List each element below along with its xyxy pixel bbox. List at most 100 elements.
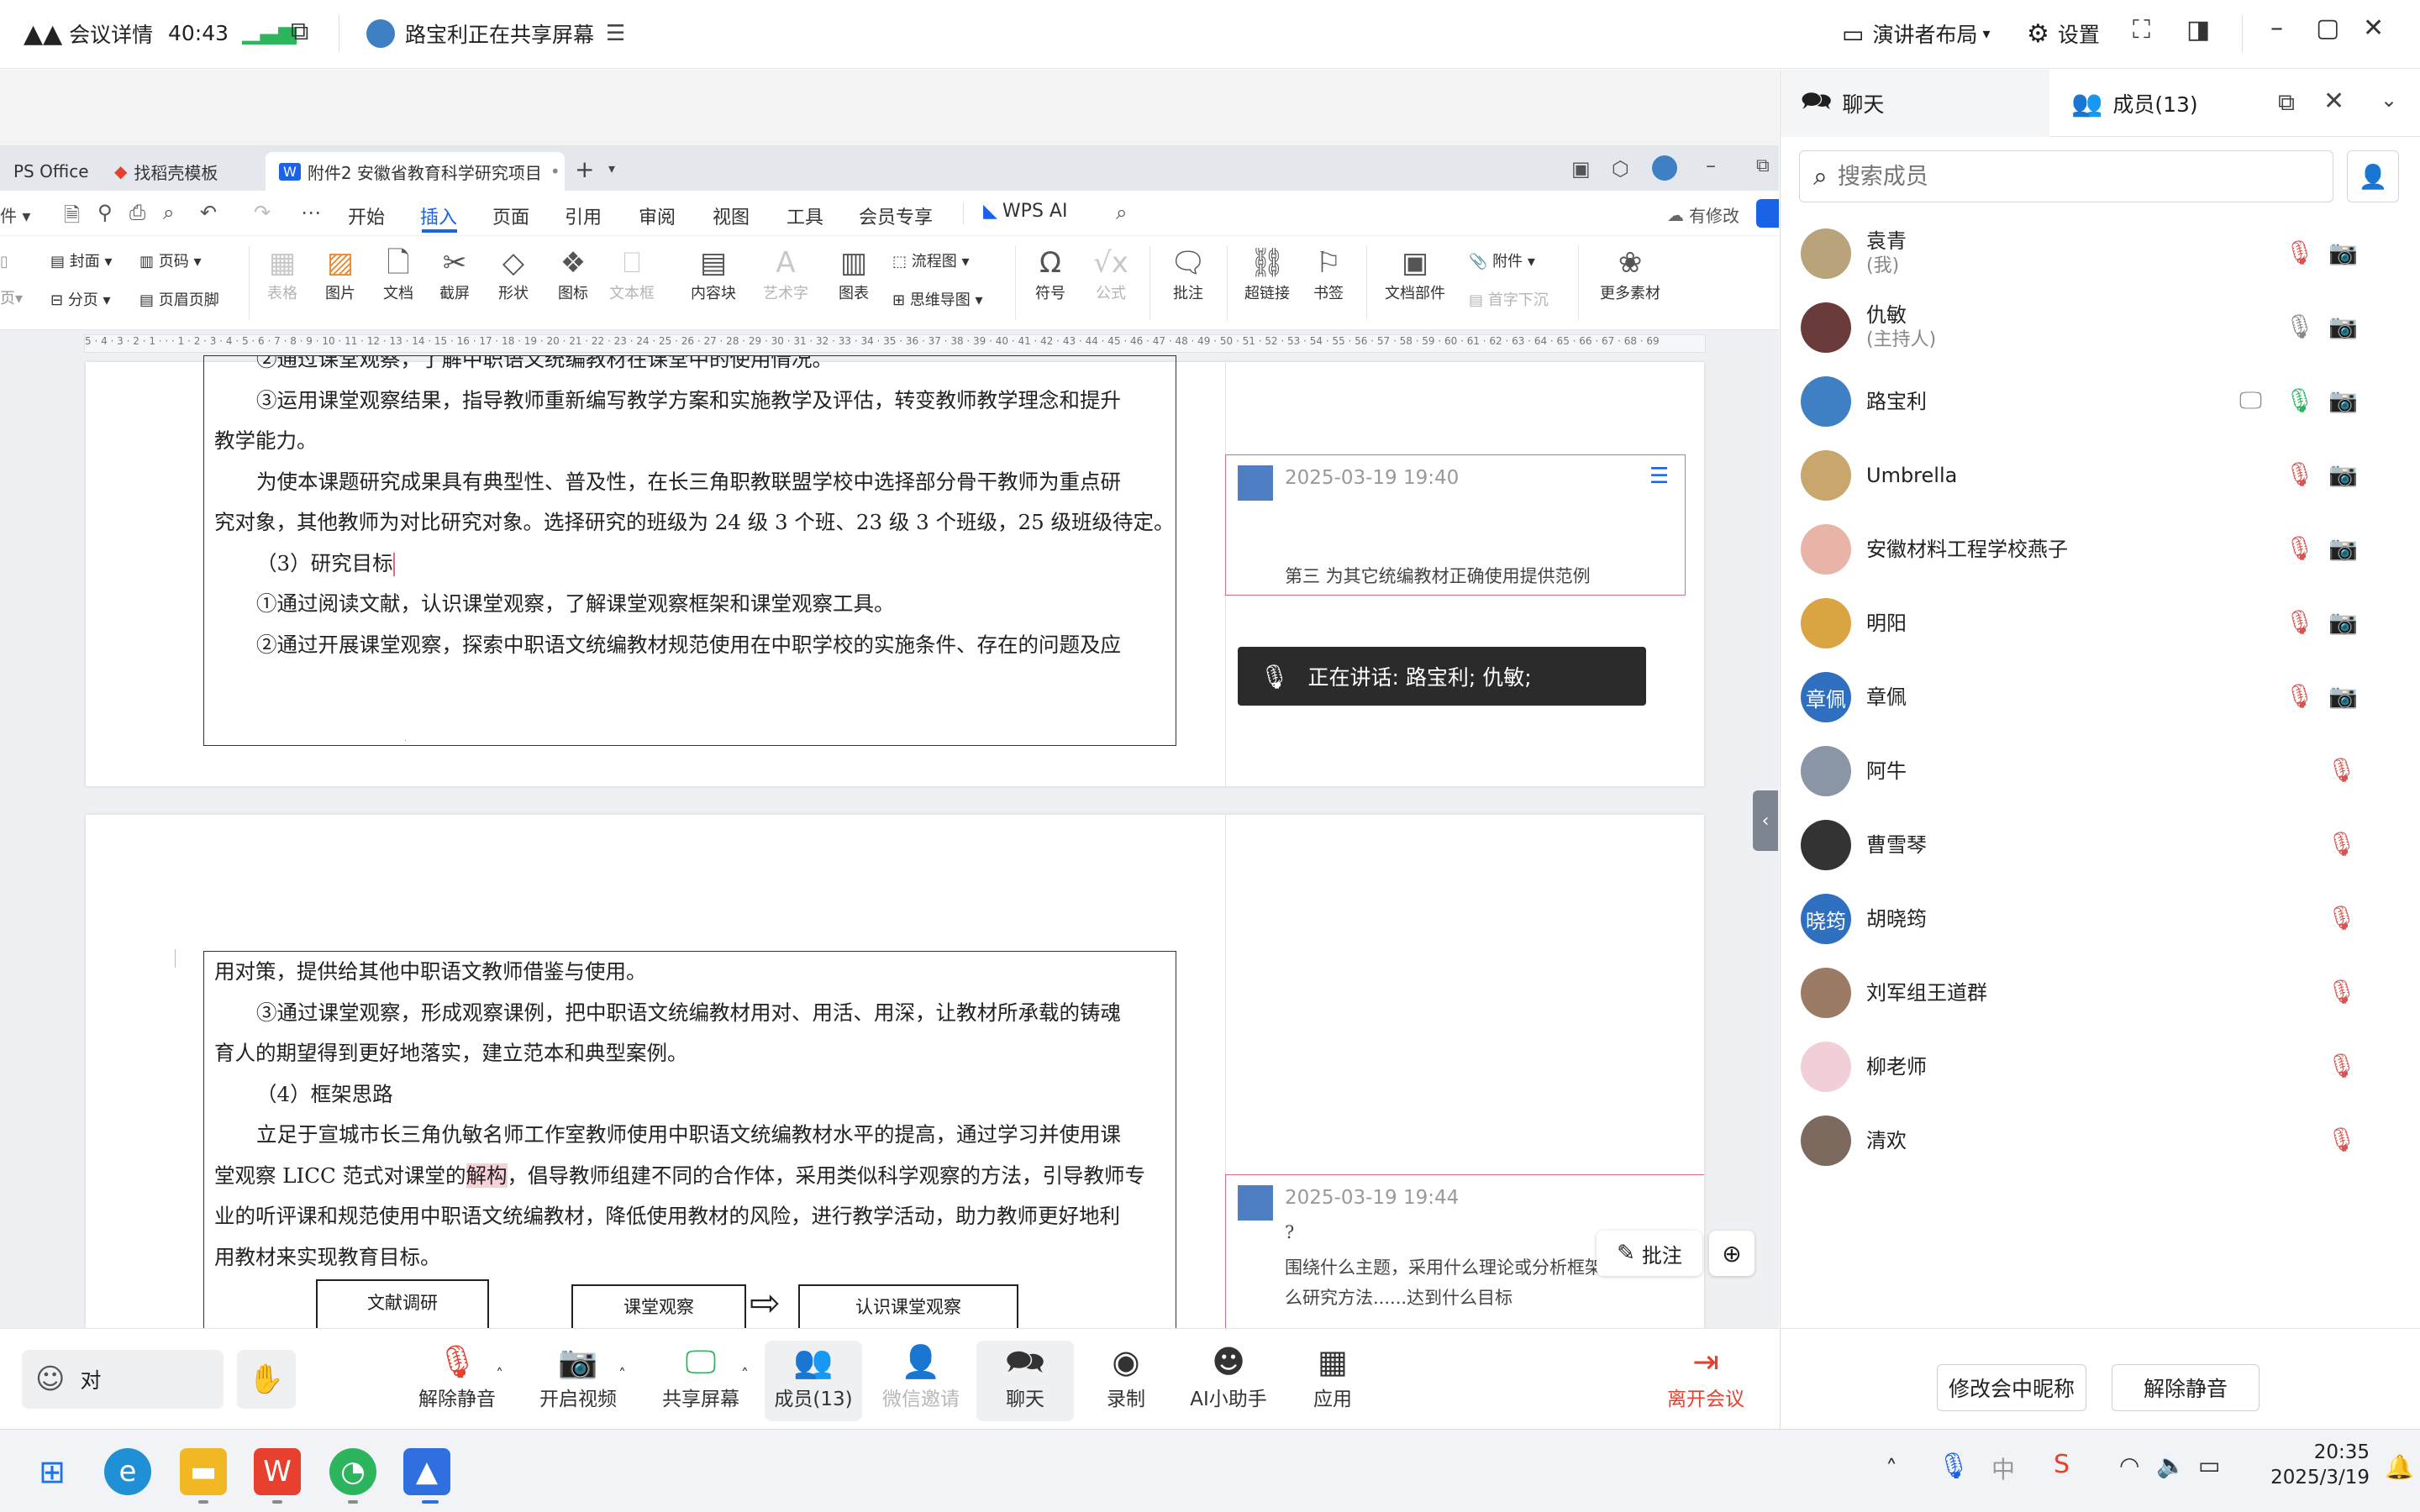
- mic-off-icon[interactable]: 🎙: [2285, 460, 2315, 488]
- microphone-icon[interactable]: 🎙: [1938, 1452, 1970, 1481]
- edge-icon[interactable]: e: [104, 1448, 151, 1495]
- add-member-button[interactable]: 👤: [2347, 150, 2399, 202]
- undo-icon[interactable]: ↶: [200, 201, 217, 224]
- comment-button[interactable]: 🗨 批注: [1161, 244, 1215, 303]
- menu-insert[interactable]: 插入: [420, 202, 457, 229]
- hyperlink-button[interactable]: ⛓ 超链接: [1239, 244, 1296, 303]
- chevron-up-icon[interactable]: ˄: [618, 1366, 626, 1383]
- screenshot-button[interactable]: ✂ 截屏: [429, 244, 481, 303]
- menu-review[interactable]: 审阅: [639, 202, 676, 229]
- formula-button[interactable]: √x 公式: [1084, 244, 1138, 303]
- member-row[interactable]: 明阳 🎙 📷: [1801, 586, 2406, 660]
- search-icon[interactable]: ⌕: [1116, 201, 1127, 224]
- mic-off-icon[interactable]: 🎙: [2327, 904, 2357, 932]
- tencent-meeting-icon[interactable]: ▲: [403, 1448, 450, 1495]
- file-menu-caret[interactable]: 件 ▾: [0, 202, 30, 227]
- sidebar-toggle-icon[interactable]: ◨: [2186, 15, 2210, 45]
- battery-icon[interactable]: ▭: [2198, 1452, 2220, 1479]
- chevron-up-icon[interactable]: ˄: [496, 1366, 503, 1383]
- member-row[interactable]: 仇敏 (主持人) 🎙 📷: [1801, 291, 2406, 365]
- save-icon[interactable]: 🗎: [64, 201, 80, 235]
- print-icon[interactable]: ⎙: [129, 201, 145, 224]
- raise-hand-button[interactable]: ✋: [237, 1350, 296, 1409]
- wps-tab-office[interactable]: PS Office: [0, 152, 103, 191]
- flow-box-understand[interactable]: 认识课堂观察: [798, 1284, 1018, 1328]
- video-button[interactable]: 📷 开启视频: [529, 1341, 627, 1421]
- speaker-icon[interactable]: 🔈: [2156, 1452, 2186, 1479]
- member-search-input[interactable]: [1837, 163, 2308, 190]
- table-button[interactable]: ▦ 表格: [257, 244, 308, 303]
- settings-button[interactable]: ⚙ 设置: [2027, 18, 2100, 49]
- doc-part-button[interactable]: ▣ 文档部件: [1376, 244, 1454, 303]
- symbol-button[interactable]: Ω 符号: [1023, 244, 1077, 303]
- meeting-details-button[interactable]: ▲▲ 会议详情: [24, 18, 153, 49]
- camera-off-icon[interactable]: 📷: [2328, 312, 2358, 340]
- wifi-icon[interactable]: ◠: [2119, 1452, 2139, 1479]
- section-button[interactable]: ⊟ 分页 ▾: [50, 288, 111, 310]
- document-textbox[interactable]: 用对策，提供给其他中职语文教师借鉴与使用。 ③通过课堂观察，形成观察课例，把中职…: [203, 951, 1176, 1328]
- comment-card-1[interactable]: 2025-03-19 19:40 ☰ 第三 为其它统编教材正确使用提供范例: [1225, 454, 1686, 596]
- close-icon[interactable]: ✕: [2363, 13, 2384, 43]
- folder-icon[interactable]: ▬: [180, 1448, 227, 1495]
- apps-button[interactable]: ▦ 应用: [1284, 1341, 1381, 1421]
- mic-off-icon[interactable]: 🎙: [2285, 534, 2315, 562]
- camera-off-icon[interactable]: 📷: [2328, 534, 2358, 562]
- link-icon[interactable]: ⚲: [97, 201, 113, 224]
- members-button[interactable]: 👥 成员(13): [765, 1341, 862, 1421]
- icon-button[interactable]: ❖ 图标: [550, 244, 597, 303]
- presenter-layout-button[interactable]: ▭ 演讲者布局 ▾: [1842, 18, 1991, 49]
- ai-assistant-button[interactable]: ☻ AI小助手: [1180, 1341, 1277, 1421]
- member-row[interactable]: 清欢 🎙: [1801, 1104, 2406, 1178]
- cube-icon[interactable]: ⬡: [1612, 157, 1629, 181]
- mic-icon[interactable]: 🎙: [2285, 312, 2315, 340]
- mic-off-icon[interactable]: 🎙: [2327, 1052, 2357, 1079]
- member-row[interactable]: 曹雪琴 🎙: [1801, 808, 2406, 882]
- member-row[interactable]: 路宝利 🖵 🎙 📷: [1801, 365, 2406, 438]
- chevron-down-icon[interactable]: ▾: [608, 160, 615, 176]
- mic-off-icon[interactable]: 🎙: [2327, 1126, 2357, 1153]
- close-icon[interactable]: ✕: [2323, 87, 2344, 116]
- share-screen-button[interactable]: 🖵 共享屏幕: [652, 1341, 750, 1421]
- mindmap-button[interactable]: ⊞ 思维导图 ▾: [892, 288, 983, 310]
- flow-box-observation[interactable]: 课堂观察: [571, 1284, 746, 1328]
- comment-menu-icon[interactable]: ☰: [1649, 464, 1669, 489]
- record-button[interactable]: ◉ 录制: [1077, 1341, 1175, 1421]
- mic-off-icon[interactable]: 🎙: [2327, 830, 2357, 858]
- camera-off-icon[interactable]: 📷: [2328, 608, 2358, 636]
- chevron-up-icon[interactable]: ˄: [1886, 1455, 1897, 1483]
- flowchart-button[interactable]: ⬚ 流程图 ▾: [892, 249, 970, 271]
- leave-meeting-button[interactable]: ⇥ 离开会议: [1657, 1341, 1754, 1421]
- chart-button[interactable]: ▥ 图表: [830, 244, 877, 303]
- camera-off-icon[interactable]: 📷: [2328, 682, 2358, 710]
- doc-button[interactable]: 🗋 文档: [375, 244, 422, 303]
- menu-tools[interactable]: 工具: [786, 202, 823, 229]
- more-material-button[interactable]: ❀ 更多素材: [1588, 244, 1672, 303]
- sharing-status[interactable]: 路宝利正在共享屏幕 ☰: [366, 18, 625, 49]
- member-row[interactable]: Umbrella 🎙 📷: [1801, 438, 2406, 512]
- mic-off-icon[interactable]: 🎙: [2285, 608, 2315, 636]
- wps-icon[interactable]: W: [254, 1448, 301, 1495]
- mic-off-icon[interactable]: 🎙: [2285, 682, 2315, 710]
- attachment-button[interactable]: 📎 附件 ▾: [1469, 249, 1535, 271]
- camera-off-icon[interactable]: 📷: [2328, 386, 2358, 414]
- mic-icon[interactable]: 🎙: [2285, 386, 2315, 414]
- document-textbox[interactable]: ②通过课堂观察，了解中职语文统编教材在课堂中的使用情况。 ③运用课堂观察结果，指…: [203, 355, 1176, 746]
- redo-icon[interactable]: ↷: [254, 201, 271, 224]
- highlighted-text[interactable]: 解构: [466, 1163, 508, 1188]
- unmute-button[interactable]: 🎙 解除静音: [408, 1341, 506, 1421]
- member-row[interactable]: 袁青 (我) 🎙 📷: [1801, 217, 2406, 291]
- pagenum-button[interactable]: ▥ 页码 ▾: [139, 249, 202, 271]
- bell-icon[interactable]: 🔔: [2385, 1453, 2414, 1481]
- mic-off-icon[interactable]: 🎙: [2327, 756, 2357, 784]
- cover-button[interactable]: ▤ 封面 ▾: [50, 249, 113, 271]
- member-row[interactable]: 阿牛 🎙: [1801, 734, 2406, 808]
- wps-tray-icon[interactable]: S: [2054, 1450, 2070, 1479]
- header-footer-button[interactable]: ▤ 页眉页脚: [139, 288, 219, 310]
- menu-start[interactable]: 开始: [348, 202, 385, 229]
- has-changes-indicator[interactable]: ☁ 有修改: [1667, 202, 1739, 227]
- minimize-icon[interactable]: –: [2270, 13, 2283, 43]
- user-avatar[interactable]: [1652, 155, 1677, 181]
- zoom-in-button[interactable]: ⊕: [1709, 1231, 1754, 1276]
- dropcap-button[interactable]: ▤ 首字下沉: [1469, 288, 1549, 310]
- popout-icon[interactable]: ⧉: [2278, 88, 2295, 117]
